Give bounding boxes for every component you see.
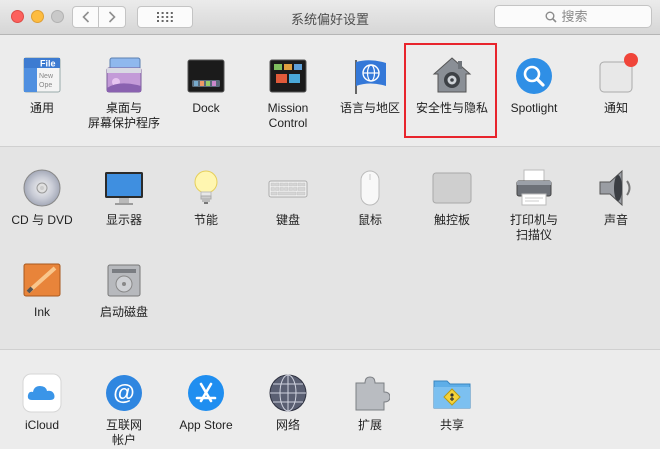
sound-icon xyxy=(596,168,636,208)
mission-control-icon xyxy=(268,56,308,96)
pref-label: CD 与 DVD xyxy=(11,213,73,227)
pref-mouse[interactable]: 鼠标 xyxy=(328,168,412,228)
pref-label: Mission Control xyxy=(267,101,309,130)
internet-accounts-icon: @ xyxy=(104,373,144,413)
pref-label: iCloud xyxy=(24,418,60,432)
energy-saver-icon xyxy=(186,168,226,208)
pref-icloud[interactable]: iCloud xyxy=(0,373,84,433)
pref-label: Ink xyxy=(33,305,50,319)
pref-label: Spotlight xyxy=(510,101,558,115)
notifications-icon xyxy=(596,53,638,96)
pref-energy-saver[interactable]: 节能 xyxy=(164,168,248,228)
keyboard-icon xyxy=(268,168,308,208)
pref-mission-control[interactable]: Mission Control xyxy=(246,56,330,131)
language-region-icon xyxy=(350,56,390,96)
pref-general[interactable]: File New Ope 通用 xyxy=(0,56,84,116)
internet-section: iCloud @ 互联网 帐户 App Store 网络 扩展 共享 xyxy=(0,351,660,449)
pref-sound[interactable]: 声音 xyxy=(574,168,658,228)
general-icon: File New Ope xyxy=(22,56,62,96)
mouse-icon xyxy=(350,168,390,208)
ink-icon xyxy=(22,260,62,300)
pref-label: 触控板 xyxy=(433,213,470,227)
pref-desktop-screensaver[interactable]: 桌面与 屏幕保护程序 xyxy=(82,56,166,131)
app-store-icon xyxy=(186,373,226,413)
pref-label: 语言与地区 xyxy=(339,101,400,115)
highlight-box xyxy=(404,43,497,138)
pref-extensions[interactable]: 扩展 xyxy=(328,373,412,433)
pref-label: Dock xyxy=(192,101,220,115)
pref-keyboard[interactable]: 键盘 xyxy=(246,168,330,228)
pref-internet-accounts[interactable]: @ 互联网 帐户 xyxy=(82,373,166,448)
pref-label: 显示器 xyxy=(105,213,142,227)
spotlight-icon xyxy=(514,56,554,96)
pref-label: 网络 xyxy=(275,418,300,432)
search-field[interactable] xyxy=(494,5,652,28)
pref-label: 通知 xyxy=(603,101,628,115)
title-bar: 系统偏好设置 xyxy=(0,0,660,35)
pref-label: 通用 xyxy=(29,101,54,115)
dock-icon xyxy=(186,56,226,96)
sharing-icon xyxy=(432,373,472,413)
pref-spotlight[interactable]: Spotlight xyxy=(492,56,576,116)
search-icon xyxy=(545,11,557,23)
pref-language-region[interactable]: 语言与地区 xyxy=(328,56,412,116)
trackpad-icon xyxy=(432,168,472,208)
network-icon xyxy=(268,373,308,413)
pref-app-store[interactable]: App Store xyxy=(164,373,248,433)
desktop-screensaver-icon xyxy=(104,56,144,96)
pref-label: 键盘 xyxy=(275,213,300,227)
pref-sharing[interactable]: 共享 xyxy=(410,373,494,433)
icloud-icon xyxy=(22,373,62,413)
pref-label: 打印机与 扫描仪 xyxy=(509,213,558,242)
pref-notifications[interactable]: 通知 xyxy=(574,53,658,116)
pref-label: 互联网 帐户 xyxy=(105,418,142,447)
pref-label: 启动磁盘 xyxy=(99,305,148,319)
pref-displays[interactable]: 显示器 xyxy=(82,168,166,228)
search-input[interactable] xyxy=(561,9,602,24)
pref-label: App Store xyxy=(179,418,233,432)
printers-scanners-icon xyxy=(514,168,554,208)
pref-trackpad[interactable]: 触控板 xyxy=(410,168,494,228)
pref-label: 节能 xyxy=(193,213,218,227)
pref-cd-dvd[interactable]: CD 与 DVD xyxy=(0,168,84,228)
pref-label: 扩展 xyxy=(357,418,382,432)
pref-dock[interactable]: Dock xyxy=(164,56,248,116)
svg-text:@: @ xyxy=(113,380,134,405)
pref-label: 桌面与 屏幕保护程序 xyxy=(87,101,160,130)
pref-label: 鼠标 xyxy=(357,213,382,227)
svg-text:File: File xyxy=(40,59,56,69)
pref-label: 声音 xyxy=(603,213,628,227)
displays-icon xyxy=(104,168,144,208)
hardware-section: CD 与 DVD 显示器 节能 键盘 鼠标 触控板 打印机与 扫描仪 声音 In… xyxy=(0,146,660,350)
notification-badge xyxy=(624,53,638,67)
startup-disk-icon xyxy=(104,260,144,300)
pref-label: 共享 xyxy=(439,418,464,432)
pref-network[interactable]: 网络 xyxy=(246,373,330,433)
svg-text:Ope: Ope xyxy=(39,82,52,89)
cd-dvd-icon xyxy=(22,168,62,208)
svg-text:New: New xyxy=(39,73,54,80)
pref-ink[interactable]: Ink xyxy=(0,260,84,320)
personal-section: File New Ope 通用 桌面与 屏幕保护程序 Dock Mission … xyxy=(0,36,660,145)
pref-startup-disk[interactable]: 启动磁盘 xyxy=(82,260,166,320)
extensions-icon xyxy=(350,373,391,413)
pref-printers-scanners[interactable]: 打印机与 扫描仪 xyxy=(492,168,576,243)
